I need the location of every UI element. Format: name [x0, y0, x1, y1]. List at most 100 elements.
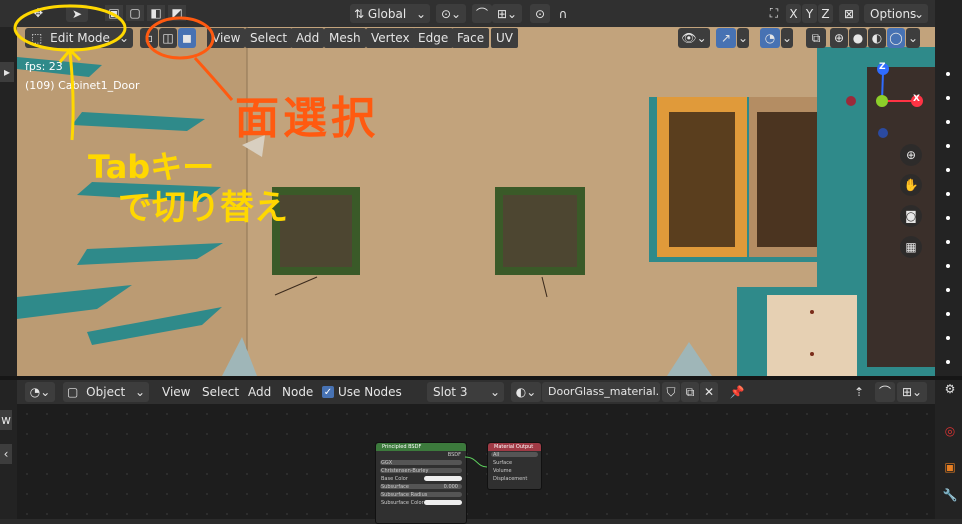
node-menu-node[interactable]: Node: [277, 382, 318, 402]
menu-vertex[interactable]: Vertex: [366, 28, 415, 48]
select-box-tool-button[interactable]: ➤: [66, 4, 88, 22]
transform-orientation-dropdown[interactable]: ⇅ Global ⌄: [350, 4, 430, 23]
use-nodes-checkbox[interactable]: ✓: [322, 386, 334, 398]
principled-bsdf-node[interactable]: Principled BSDF BSDF GGX Christensen-Bur…: [375, 442, 467, 524]
zoom-icon[interactable]: ⊕: [900, 144, 922, 166]
sidebar-dot: [946, 72, 950, 76]
fake-user-button[interactable]: ⛉: [662, 382, 680, 402]
menu-view[interactable]: View: [207, 28, 246, 48]
menu-add[interactable]: Add: [291, 28, 325, 48]
shading-material-button[interactable]: ◐: [868, 28, 886, 48]
editor-type-dropdown[interactable]: ◔⌄: [25, 382, 55, 402]
shading-dropdown[interactable]: ⌄: [906, 28, 920, 48]
surface-input: Surface: [493, 460, 513, 466]
mirror-x-button[interactable]: X: [786, 4, 801, 23]
material-name-field[interactable]: DoorGlass_material...: [542, 382, 660, 402]
duplicate-material-button[interactable]: ⧉: [681, 382, 699, 402]
side-tab-icon[interactable]: ‹: [0, 444, 12, 464]
shading-solid-button[interactable]: ●: [849, 28, 867, 48]
menu-uv[interactable]: UV: [491, 28, 518, 48]
displacement-input: Displacement: [493, 476, 528, 482]
object-data-icon[interactable]: ▣: [941, 458, 959, 476]
pivot-point-dropdown[interactable]: ⊙⌄: [436, 4, 466, 23]
mirror-y-button[interactable]: Y: [802, 4, 817, 23]
object-icon: ▢: [67, 385, 79, 399]
node-menu-view[interactable]: View: [157, 382, 195, 402]
overlay-toggle-button[interactable]: ◔: [760, 28, 780, 48]
menu-edge[interactable]: Edge: [413, 28, 454, 48]
world-icon[interactable]: ◎: [941, 422, 959, 440]
gizmo-x-label[interactable]: X: [913, 94, 920, 104]
wrench-icon[interactable]: 🔧: [941, 486, 959, 504]
gizmo-toggle-button[interactable]: ↗: [716, 28, 736, 48]
menu-select[interactable]: Select: [245, 28, 293, 48]
tool-settings-icon[interactable]: ⚙: [941, 380, 959, 398]
move-tool-icon[interactable]: ✥: [28, 4, 48, 22]
snap-target-dropdown[interactable]: ⊞⌄: [492, 4, 522, 23]
node-editor-header: ◔⌄ ▢ Object ⌄ View Select Add Node ✓ Use…: [17, 380, 935, 404]
shading-wireframe-button[interactable]: ⊕: [830, 28, 848, 48]
select-mode-invert-icon[interactable]: ◧: [147, 5, 165, 21]
select-mode-intersect-icon[interactable]: ◩: [168, 5, 186, 21]
edge-select-button[interactable]: ◫: [159, 28, 177, 48]
menu-face[interactable]: Face: [452, 28, 490, 48]
slot-label: Slot 3: [433, 385, 468, 399]
visibility-dropdown[interactable]: 👁⌄: [678, 28, 710, 48]
xray-toggle-button[interactable]: ⧉: [806, 28, 826, 48]
base-color-field[interactable]: Base Color: [376, 475, 466, 483]
snap-node-dropdown[interactable]: ⊞⌄: [897, 382, 927, 402]
gizmo-z-label[interactable]: Z: [879, 62, 886, 72]
mode-dropdown[interactable]: ⬚ Edit Mode ⌄: [25, 28, 133, 48]
sidebar-dot: [946, 360, 950, 364]
material-output-node[interactable]: Material Output All Surface Volume Displ…: [487, 442, 542, 490]
grid-perspective-icon[interactable]: ▦: [900, 236, 922, 258]
subsurface-method-dropdown[interactable]: Christensen-Burley: [376, 467, 466, 475]
select-mode-extend-icon[interactable]: ▣: [105, 5, 123, 21]
tool-icon[interactable]: ▸: [0, 62, 14, 82]
vertex-select-button[interactable]: ▫: [140, 28, 158, 48]
fps-readout: fps: 23: [25, 60, 63, 73]
chevron-down-icon: ⌄: [913, 7, 924, 21]
gizmo-dropdown[interactable]: ⌄: [737, 28, 749, 48]
overlay-dropdown[interactable]: ⌄: [781, 28, 793, 48]
parent-node-icon[interactable]: ⇡: [849, 382, 869, 402]
hand-pan-icon[interactable]: ✋: [900, 174, 922, 196]
shader-type-dropdown[interactable]: ▢ Object ⌄: [63, 382, 149, 402]
falloff-curve-icon[interactable]: ∩: [552, 4, 574, 23]
subsurface-radius-field[interactable]: Subsurface Radius: [376, 491, 466, 499]
shader-type-label: Object: [86, 385, 126, 399]
node-title: Material Output: [488, 443, 541, 451]
camera-icon[interactable]: ◙: [900, 205, 922, 227]
annotation-face-select: 面選択: [235, 93, 379, 144]
snap-toggle-button[interactable]: ⌒: [472, 4, 492, 23]
pin-icon[interactable]: 📌: [727, 382, 747, 402]
node-link: [464, 456, 488, 468]
mirror-icon[interactable]: ⛶: [764, 4, 784, 23]
snap-node-button[interactable]: ⌒: [875, 382, 895, 402]
subsurface-field[interactable]: Subsurface 0.000: [376, 483, 466, 491]
orientation-icon: ⇅: [354, 7, 365, 21]
node-menu-select[interactable]: Select: [197, 382, 244, 402]
menu-mesh[interactable]: Mesh: [324, 28, 366, 48]
sidebar-dot: [946, 168, 950, 172]
material-browse-button[interactable]: ◐⌄: [511, 382, 541, 402]
face-select-button[interactable]: ◼: [178, 28, 196, 48]
slot-dropdown[interactable]: Slot 3 ⌄: [427, 382, 504, 402]
auto-merge-button[interactable]: ⊠: [839, 4, 859, 23]
select-mode-subtract-icon[interactable]: ▢: [126, 5, 144, 21]
collapse-icon[interactable]: w: [0, 410, 12, 430]
edit-mode-icon: ⬚: [31, 31, 43, 45]
options-dropdown[interactable]: Options ⌄: [864, 4, 928, 23]
unlink-material-button[interactable]: ✕: [700, 382, 718, 402]
shading-rendered-button[interactable]: ◯: [887, 28, 905, 48]
distribution-dropdown[interactable]: GGX: [376, 459, 466, 467]
node-canvas[interactable]: Principled BSDF BSDF GGX Christensen-Bur…: [17, 404, 935, 524]
mirror-z-button[interactable]: Z: [818, 4, 833, 23]
left-toolbar-strip: ▸: [0, 27, 17, 380]
sidebar-dot: [946, 192, 950, 196]
active-object-label: (109) Cabinet1_Door: [25, 79, 140, 92]
target-dropdown[interactable]: All: [488, 451, 541, 459]
subsurface-color-field[interactable]: Subsurface Color: [376, 499, 466, 507]
node-menu-add[interactable]: Add: [243, 382, 276, 402]
proportional-edit-button[interactable]: ⊙: [530, 4, 550, 23]
